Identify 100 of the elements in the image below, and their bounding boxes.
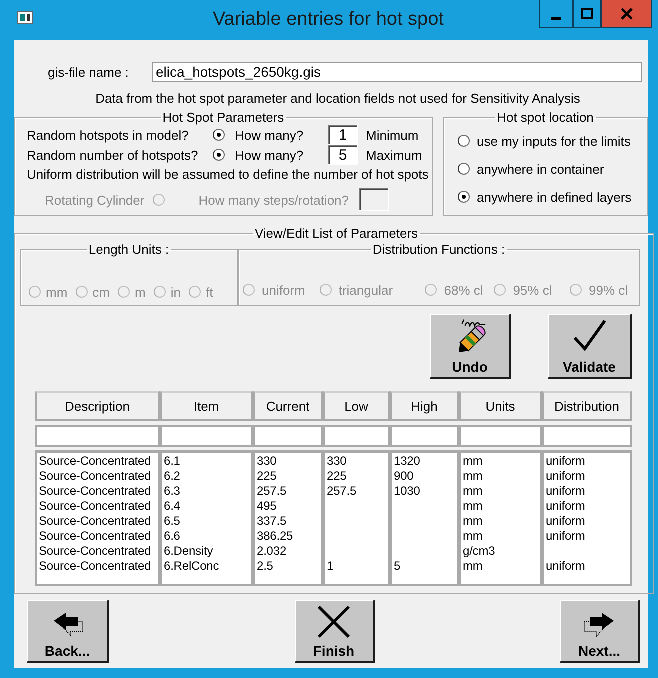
table-cell-text: 6.5 [164,514,182,529]
table-cell-text: 330 [327,454,348,469]
close-button[interactable] [601,0,652,28]
table-cell-text: uniform [546,559,586,574]
back-button[interactable]: Back... [27,600,109,663]
filter-field[interactable] [323,425,390,447]
filter-field[interactable] [390,425,459,447]
table-cell-text: Source-Concentrated [39,469,152,484]
table-cell-text: 6.2 [164,469,182,484]
radio-icon[interactable] [213,129,225,141]
filter-field[interactable] [35,425,160,447]
filter-field[interactable] [160,425,253,447]
column-header[interactable]: Item [160,391,253,421]
next-button[interactable]: Next... [560,600,640,663]
app-icon [17,11,33,24]
field-label: gis-file name : [48,64,130,80]
close-icon [620,8,632,20]
validate-button[interactable]: Validate [548,314,632,379]
table-cell-text: mm [463,529,484,544]
table-cell-text: uniform [546,499,586,514]
table-cell-text: 1030 [394,484,422,499]
close-icon [316,604,352,640]
table-cell-text: uniform [546,514,586,529]
question-label: Random number of hotspots? [27,148,200,162]
question-label: How many? [235,128,305,142]
table-cell-text: Source-Concentrated [39,454,152,469]
minimize-icon [551,16,561,20]
group-title: Distribution Functions : [372,242,506,257]
table-cell-text: 6.4 [164,499,182,514]
file-name-field[interactable]: elica_hotspots_2650kg.gis [152,62,642,82]
minimize-button[interactable] [539,0,573,28]
radio-option[interactable]: use my inputs for the limits [458,134,631,148]
group-title: Length Units : [88,242,170,257]
column-header[interactable]: Current [253,391,323,421]
table-cell-text: 225 [327,469,348,484]
column-header[interactable]: Description [35,391,160,421]
radio-icon[interactable] [458,191,470,203]
right-arrow-icon [584,612,616,638]
table-cell-text: mm [463,484,484,499]
checkmark-icon [572,318,606,352]
table-cell-text: mm [463,499,484,514]
count-field[interactable]: 5 [328,145,358,165]
filter-field[interactable] [542,425,632,447]
table-cell-text: 337.5 [257,514,288,529]
table-cell-text: uniform [546,469,586,484]
table-cell-text: Source-Concentrated [39,559,152,574]
table-cell-text: uniform [546,454,586,469]
table-cell-text: Source-Concentrated [39,544,152,559]
table-cell-text: g/cm3 [463,544,496,559]
table-cell-text: 2.5 [257,559,274,574]
table-cell-text: 900 [394,469,415,484]
filter-field[interactable] [459,425,542,447]
table-cell-text: Source-Concentrated [39,484,152,499]
column-header[interactable]: Distribution [542,391,632,421]
table-cell-text: Source-Concentrated [39,529,152,544]
maximize-icon [581,8,593,20]
table-cell-text: 225 [257,469,278,484]
table-cell-text: 6.1 [164,454,182,469]
info-text: Uniform distribution will be assumed to define the number of hot spots [27,167,429,182]
table-cell-text: 6.RelConc [164,559,220,574]
group-title: View/Edit List of Parameters [254,226,420,241]
question-label: How many? [235,148,305,162]
filter-field[interactable] [253,425,323,447]
table-cell-text: 1320 [394,454,422,469]
table-cell-text: 386.25 [257,529,294,544]
question-label: How many steps/rotation? [198,192,350,208]
radio-option[interactable]: anywhere in container [458,162,604,176]
table-cell-text: 6.6 [164,529,182,544]
column-header[interactable]: Low [323,391,390,421]
column-header[interactable]: Units [459,391,542,421]
table-cell-text: 257.5 [257,484,288,499]
column-header[interactable]: High [390,391,459,421]
group-title: Hot spot location [496,110,595,125]
table-cell-text: 330 [257,454,278,469]
window-title: Variable entries for hot spot [212,9,445,31]
table-cell-text: 257.5 [327,484,358,499]
maximize-button[interactable] [573,0,601,28]
radio-icon[interactable] [458,163,470,175]
bound-label: Maximum [366,148,424,162]
table-cell-text: mm [463,469,484,484]
count-field[interactable]: 1 [328,125,358,145]
table-cell-text: 2.032 [257,544,288,559]
table-cell-text: 495 [257,499,278,514]
undo-button[interactable]: Undo [430,314,511,379]
group-title: Hot Spot Parameters [162,110,286,125]
table-cell-text: Source-Concentrated [39,499,152,514]
bound-label: Minimum [366,128,420,142]
table-cell-text: 6.3 [164,484,182,499]
question-label: Random hotspots in model? [27,128,190,142]
table-cell-text: uniform [546,529,586,544]
table-cell-text: uniform [546,484,586,499]
table-cell-text: mm [463,514,484,529]
table-cell-text: 5 [394,559,402,574]
radio-icon[interactable] [213,149,225,161]
table-cell-text: mm [463,454,484,469]
left-arrow-icon [52,612,84,638]
table-cell-text: 1 [327,559,335,574]
radio-icon[interactable] [458,135,470,147]
finish-button[interactable]: Finish [294,600,374,663]
radio-option[interactable]: anywhere in defined layers [458,190,632,204]
